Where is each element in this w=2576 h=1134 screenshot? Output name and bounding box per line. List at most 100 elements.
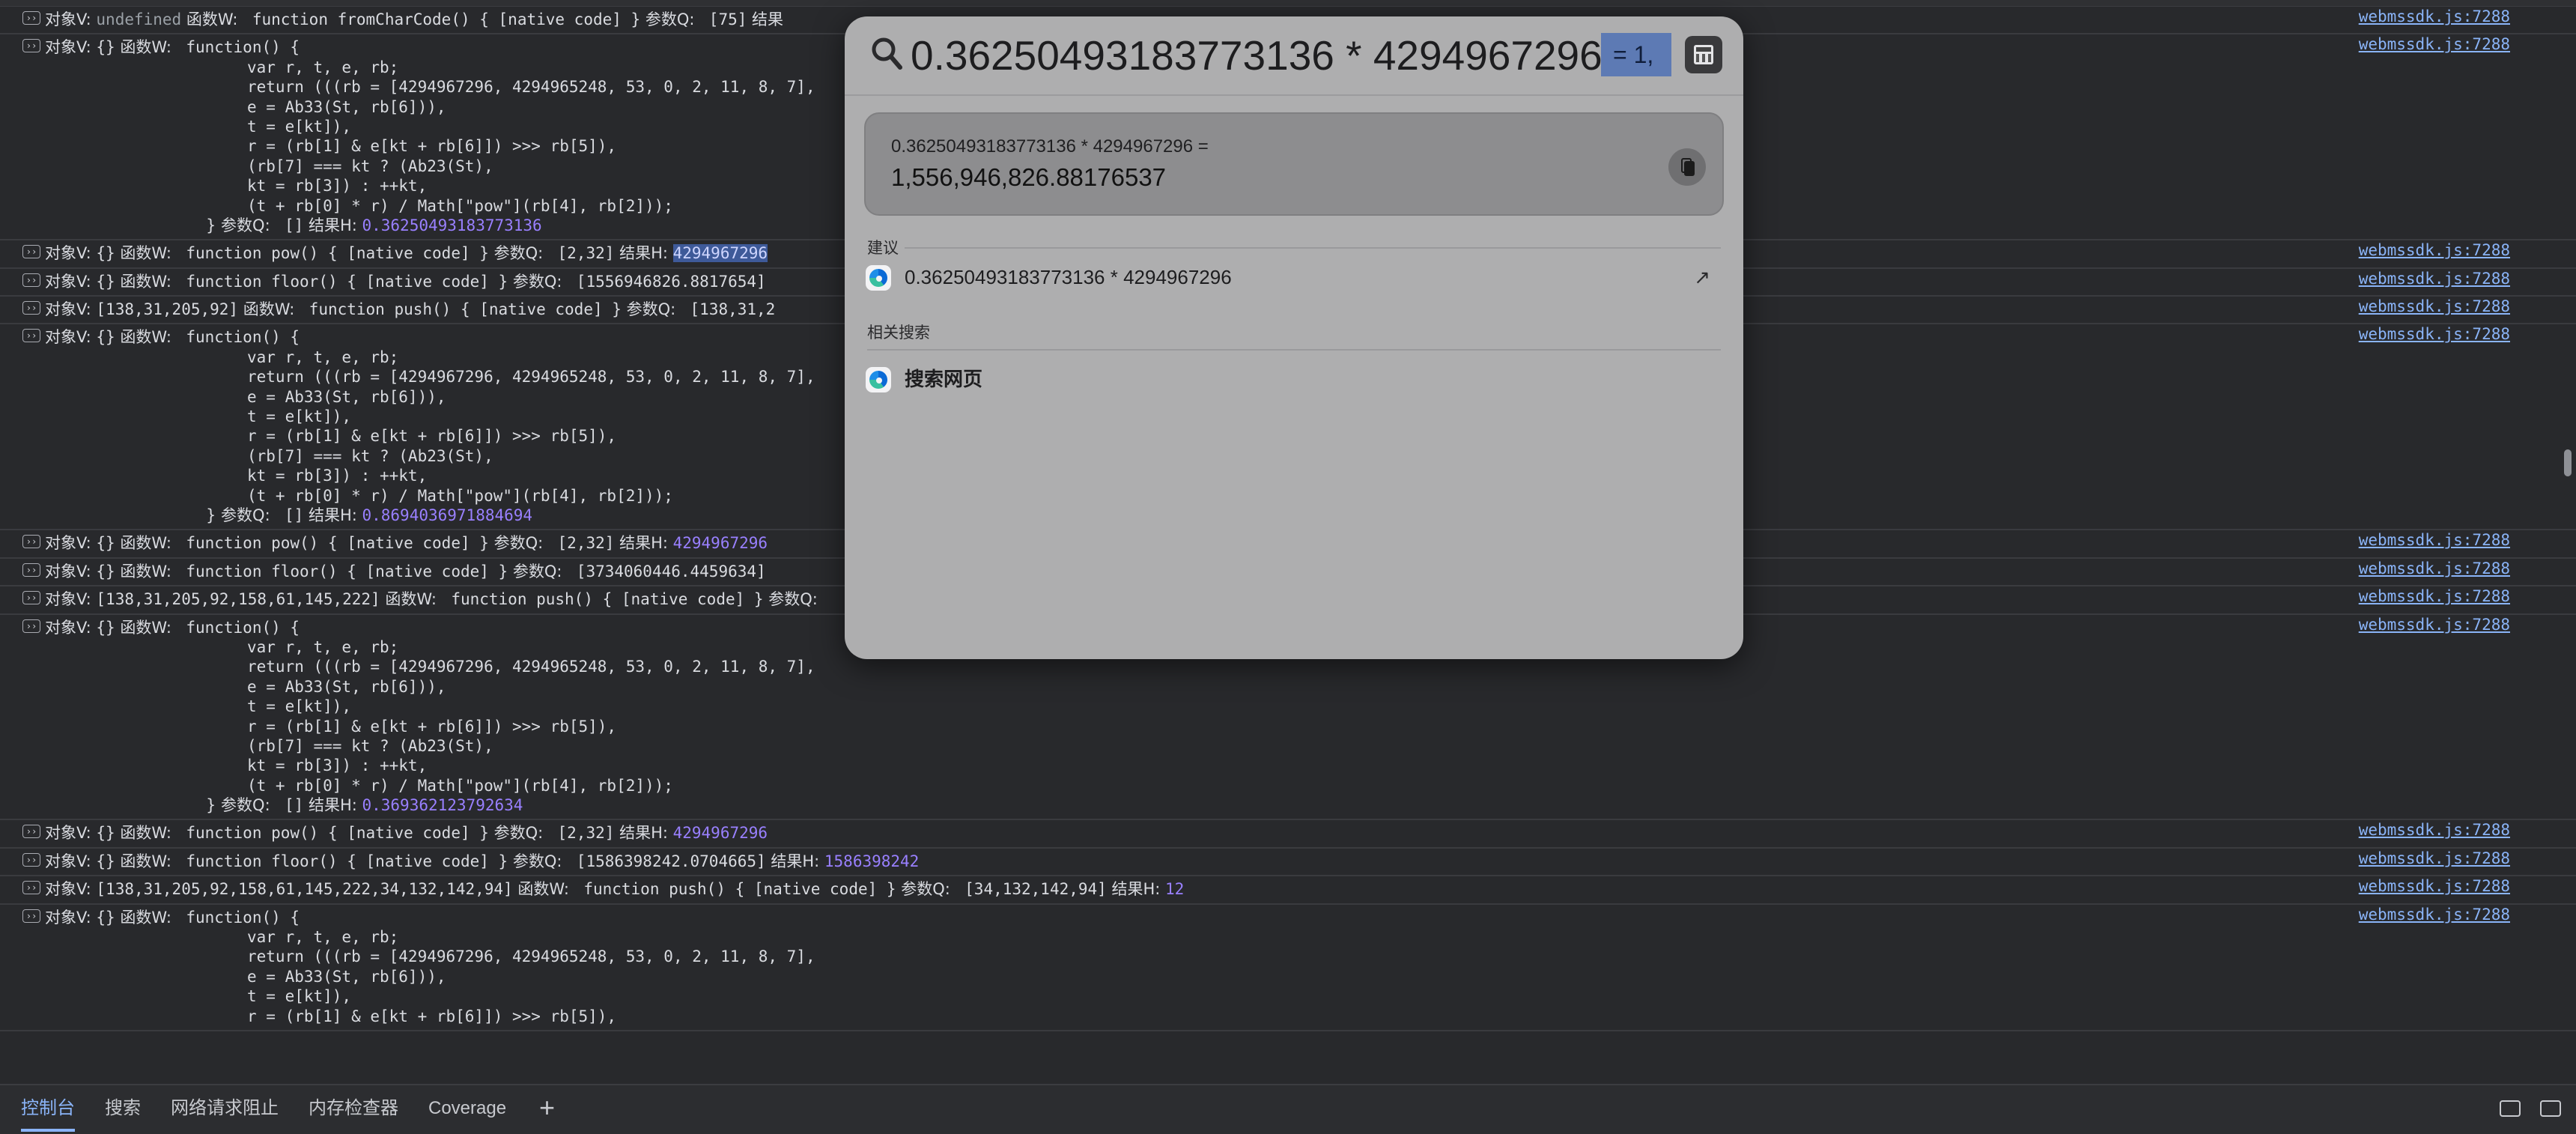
label-object: 对象V: — [45, 328, 97, 347]
label-object: 对象V: — [45, 272, 97, 291]
label-function: 函数W: — [512, 880, 574, 899]
result-value[interactable]: 4294967296 — [673, 534, 768, 552]
object-value: {} — [96, 852, 115, 870]
label-param: 参数Q: — [488, 534, 548, 553]
calculator-result-card[interactable]: 0.36250493183773136 * 4294967296 = 1,556… — [864, 112, 1724, 216]
log-line: 对象V: {} 函数W: function floor() { [native … — [0, 852, 2576, 871]
object-value: {} — [96, 328, 115, 347]
label-object: 对象V: — [45, 244, 97, 263]
edge-browser-icon — [866, 265, 891, 291]
result-value: 1,556,946,826.88176537 — [891, 163, 1167, 191]
open-arrow-icon: ↗ — [1694, 266, 1710, 288]
label-function: 函数W: — [115, 244, 177, 263]
function-value: function push() { [native code] } — [441, 590, 764, 609]
code-line: t = e[kt]), — [247, 697, 352, 716]
result-value[interactable]: 1586398242 — [824, 852, 919, 870]
label-param: 参数Q: — [621, 300, 681, 319]
tab-memory-inspector[interactable]: 内存检查器 — [309, 1085, 398, 1132]
function-value: function push() { [native code] } — [300, 300, 622, 319]
divider — [867, 349, 1721, 351]
close-drawer-icon[interactable] — [2540, 1100, 2561, 1117]
object-value: [138,31,205,92,158,61,145,222] — [96, 590, 380, 609]
function-value: function() { — [176, 38, 300, 57]
dock-side-icon[interactable] — [2500, 1100, 2521, 1117]
function-value: function pow() { [native code] } — [176, 534, 489, 553]
object-value: {} — [96, 244, 115, 263]
edge-browser-icon — [866, 367, 891, 392]
label-function: 函数W: — [380, 590, 442, 609]
copy-result-button[interactable] — [1668, 148, 1706, 186]
object-value: {} — [96, 618, 115, 637]
tab-search[interactable]: 搜索 — [105, 1085, 141, 1132]
label-result: 结果H: — [1106, 880, 1166, 899]
label-param: 参数Q: — [763, 590, 823, 609]
suggestion-item[interactable]: 0.36250493183773136 * 4294967296 ↗ — [855, 256, 1733, 298]
result-value[interactable]: 0.36250493183773136 — [362, 216, 541, 234]
result-value[interactable]: 4294967296 — [672, 244, 768, 263]
object-value: undefined — [96, 10, 182, 28]
label-param: 参数Q: — [488, 244, 548, 263]
suggestion-label: 0.36250493183773136 * 4294967296 — [905, 266, 1232, 288]
related-search-label: 搜索网页 — [905, 368, 983, 390]
label-object: 对象V: — [45, 908, 97, 927]
label-result: 结果H: — [614, 824, 673, 843]
code-line: r = (rb[1] & e[kt + rb[6]]) >>> rb[5]), — [247, 1007, 617, 1025]
param-value: [75] — [699, 10, 747, 28]
search-query[interactable]: 0.36250493183773136 * 4294967296 — [911, 25, 1603, 85]
code-line: kt = rb[3]) : ++kt, — [247, 756, 428, 775]
code-line: var r, t, e, rb; — [247, 928, 399, 947]
label-object: 对象V: — [45, 38, 97, 57]
console-toolbar-strip — [0, 0, 2576, 7]
function-value: function floor() { [native code] } — [176, 272, 508, 291]
label-object: 对象V: — [45, 300, 97, 319]
console-entry: ›› webmssdk.js:7288 对象V: {} 函数W: function … — [0, 820, 2576, 849]
label-function: 函数W: — [115, 328, 177, 347]
console-entry: ›› webmssdk.js:7288 对象V: {} 函数W: function(… — [0, 905, 2576, 1031]
label-function: 函数W: — [115, 824, 177, 843]
label-object: 对象V: — [45, 534, 97, 553]
add-tab-button[interactable]: + — [539, 1093, 555, 1123]
tab-console[interactable]: 控制台 — [21, 1085, 75, 1132]
label-result: 结果H: — [614, 244, 673, 263]
label-function: 函数W: — [115, 534, 177, 553]
label-object: 对象V: — [45, 562, 97, 580]
result-value[interactable]: 12 — [1165, 880, 1184, 898]
function-value: function fromCharCode() { [native code] … — [243, 10, 641, 28]
result-value[interactable]: 0.8694036971884694 — [362, 506, 532, 524]
param-value: [3734060446.4459634] — [567, 562, 766, 580]
object-value: {} — [96, 908, 115, 927]
related-searches-title: 相关搜索 — [867, 324, 930, 342]
label-param: 参数Q: — [488, 824, 548, 843]
label-param: } 参数Q: — [206, 506, 276, 524]
code-line: return (((rb = [4294967296, 4294965248, … — [247, 947, 815, 966]
suggestions-title: 建议 — [867, 240, 899, 257]
function-value: function() { — [176, 618, 300, 637]
param-value: [] — [275, 506, 304, 524]
object-value: {} — [96, 824, 115, 843]
label-function: 函数W: — [115, 852, 177, 870]
code-line: (t + rb[0] * r) / Math["pow"](rb[4], rb[… — [247, 776, 673, 795]
label-param: 参数Q: — [508, 562, 568, 580]
tab-network-request-blocking[interactable]: 网络请求阻止 — [171, 1085, 279, 1132]
label-result: 结果H: — [303, 216, 362, 234]
console-scrollbar[interactable] — [2564, 449, 2572, 476]
label-object: 对象V: — [45, 852, 97, 870]
spotlight-search-bar[interactable]: 0.36250493183773136 * 4294967296 = 1, — [845, 16, 1743, 96]
console-entry: ›› webmssdk.js:7288 对象V: {} 函数W: function … — [0, 849, 2576, 877]
code-line: (rb[7] === kt ? (Ab23(St), — [247, 736, 493, 755]
object-value: [138,31,205,92] — [96, 300, 239, 319]
related-search-item[interactable]: 搜索网页 — [855, 358, 1733, 400]
function-value: function() { — [176, 328, 300, 347]
result-value[interactable]: 4294967296 — [673, 824, 768, 842]
object-value: {} — [96, 272, 115, 291]
search-icon — [872, 37, 902, 70]
label-result: 结果H: — [765, 852, 824, 870]
code-line: r = (rb[1] & e[kt + rb[6]]) >>> rb[5]), — [247, 717, 617, 736]
calculator-icon — [1685, 36, 1722, 73]
label-param: 参数Q: — [896, 880, 956, 899]
result-value[interactable]: 0.369362123792634 — [362, 796, 523, 814]
label-result: 结果H: — [614, 534, 673, 553]
result-expression: 0.36250493183773136 * 4294967296 = — [891, 136, 1209, 157]
tab-coverage[interactable]: Coverage — [428, 1085, 506, 1132]
param-value: [138,31,2 — [680, 300, 776, 319]
